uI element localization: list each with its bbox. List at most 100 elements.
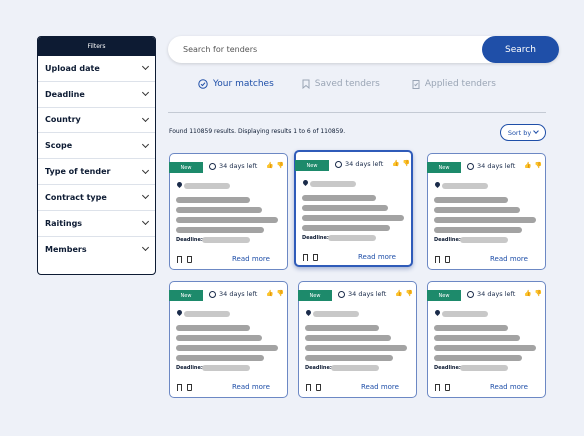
title-placeholder <box>434 335 520 341</box>
thumbs-up-icon[interactable]: 👍 <box>266 291 273 297</box>
title-placeholder <box>176 345 278 351</box>
trash-icon[interactable] <box>187 256 192 263</box>
thumbs-down-icon[interactable]: 👎 <box>276 163 283 169</box>
location-pin-icon <box>175 308 184 317</box>
days-left: 34 days left <box>467 290 515 298</box>
tab-label: Applied tenders <box>424 79 496 89</box>
tender-card[interactable]: New 34 days left 👍 👎 Deadline: Read more <box>427 281 546 398</box>
location-pin-icon <box>304 308 313 317</box>
days-left-text: 34 days left <box>477 290 516 298</box>
filter-type-of-tender[interactable]: Type of tender <box>38 159 155 185</box>
bookmark-icon[interactable] <box>435 384 440 391</box>
thumbs-up-icon[interactable]: 👍 <box>392 161 399 167</box>
chevron-down-icon <box>141 244 150 252</box>
tab-applied-tenders[interactable]: Applied tenders <box>412 79 496 89</box>
chevron-down-icon <box>141 140 150 148</box>
trash-icon[interactable] <box>316 384 321 391</box>
days-left: 34 days left <box>209 290 257 298</box>
filter-label: Raitings <box>45 218 83 228</box>
read-more-link[interactable]: Read more <box>232 383 270 391</box>
location-pin-icon <box>301 178 310 187</box>
tab-your-matches[interactable]: Your matches <box>198 79 274 89</box>
title-placeholder <box>434 207 520 213</box>
title-placeholder <box>302 225 390 231</box>
title-placeholder <box>302 205 388 211</box>
tender-card[interactable]: New 34 days left 👍 👎 Deadline: Read more <box>427 153 546 270</box>
filter-members[interactable]: Members <box>38 237 155 263</box>
title-placeholder <box>302 195 376 201</box>
filter-country[interactable]: Country <box>38 108 155 134</box>
filter-upload-date[interactable]: Upload date <box>38 56 155 82</box>
read-more-link[interactable]: Read more <box>490 255 528 263</box>
tabs-divider <box>168 112 546 113</box>
new-badge: New <box>427 162 461 173</box>
thumbs-down-icon[interactable]: 👎 <box>276 291 283 297</box>
title-placeholder <box>176 335 262 341</box>
thumbs-down-icon[interactable]: 👎 <box>534 163 541 169</box>
clock-icon <box>467 290 474 298</box>
thumbs-down-icon[interactable]: 👎 <box>402 161 409 167</box>
title-placeholder <box>305 355 393 361</box>
title-placeholder <box>434 355 522 361</box>
tender-card[interactable]: New 34 days left 👍 👎 Deadline: Read more <box>169 281 288 398</box>
clock-icon <box>338 290 345 298</box>
location-placeholder <box>313 311 359 317</box>
chevron-down-icon <box>533 128 540 134</box>
sort-by-dropdown[interactable]: Sort by <box>500 124 546 141</box>
new-badge: New <box>427 290 461 301</box>
read-more-link[interactable]: Read more <box>361 383 399 391</box>
filter-label: Scope <box>45 141 73 151</box>
chevron-down-icon <box>141 89 150 97</box>
title-placeholder <box>176 197 250 203</box>
trash-icon[interactable] <box>313 254 318 261</box>
read-more-link[interactable]: Read more <box>232 255 270 263</box>
read-more-link[interactable]: Read more <box>490 383 528 391</box>
thumbs-up-icon[interactable]: 👍 <box>524 291 531 297</box>
location-placeholder <box>442 183 488 189</box>
new-badge: New <box>169 162 203 173</box>
trash-icon[interactable] <box>445 384 450 391</box>
deadline-label: Deadline: <box>176 365 203 371</box>
tab-saved-tenders[interactable]: Saved tenders <box>302 79 380 89</box>
filter-label: Members <box>45 244 87 254</box>
trash-icon[interactable] <box>445 256 450 263</box>
title-placeholder <box>434 197 508 203</box>
location-pin-icon <box>175 180 184 189</box>
tender-card[interactable]: New 34 days left 👍 👎 Deadline: Read more <box>294 150 413 267</box>
tender-card[interactable]: New 34 days left 👍 👎 Deadline: Read more <box>169 153 288 270</box>
location-pin-icon <box>433 308 442 317</box>
location-placeholder <box>310 181 356 187</box>
filter-contract-type[interactable]: Contract type <box>38 185 155 211</box>
thumbs-down-icon[interactable]: 👎 <box>534 291 541 297</box>
search-input[interactable] <box>168 45 482 54</box>
bookmark-icon[interactable] <box>303 254 308 261</box>
filter-deadline[interactable]: Deadline <box>38 82 155 108</box>
thumbs-up-icon[interactable]: 👍 <box>524 163 531 169</box>
filter-label: Deadline <box>45 89 85 99</box>
chevron-down-icon <box>141 192 150 200</box>
tender-card[interactable]: New 34 days left 👍 👎 Deadline: Read more <box>298 281 417 398</box>
days-left-text: 34 days left <box>345 160 384 168</box>
title-placeholder <box>434 325 508 331</box>
clock-icon <box>335 160 342 168</box>
location-pin-icon <box>433 180 442 189</box>
read-more-link[interactable]: Read more <box>358 253 396 261</box>
bookmark-icon[interactable] <box>177 384 182 391</box>
days-left-text: 34 days left <box>219 162 258 170</box>
bookmark-icon[interactable] <box>177 256 182 263</box>
thumbs-down-icon[interactable]: 👎 <box>405 291 412 297</box>
bookmark-icon[interactable] <box>306 384 311 391</box>
rating-buttons: 👍 👎 <box>395 291 413 297</box>
filter-raitings[interactable]: Raitings <box>38 211 155 237</box>
filter-scope[interactable]: Scope <box>38 133 155 160</box>
thumbs-up-icon[interactable]: 👍 <box>395 291 402 297</box>
clock-icon <box>209 162 216 170</box>
search-button[interactable]: Search <box>482 36 559 63</box>
location-placeholder <box>184 311 230 317</box>
thumbs-up-icon[interactable]: 👍 <box>266 163 273 169</box>
title-placeholder <box>176 207 262 213</box>
bookmark-icon[interactable] <box>435 256 440 263</box>
trash-icon[interactable] <box>187 384 192 391</box>
days-left: 34 days left <box>338 290 386 298</box>
deadline-label: Deadline: <box>305 365 332 371</box>
